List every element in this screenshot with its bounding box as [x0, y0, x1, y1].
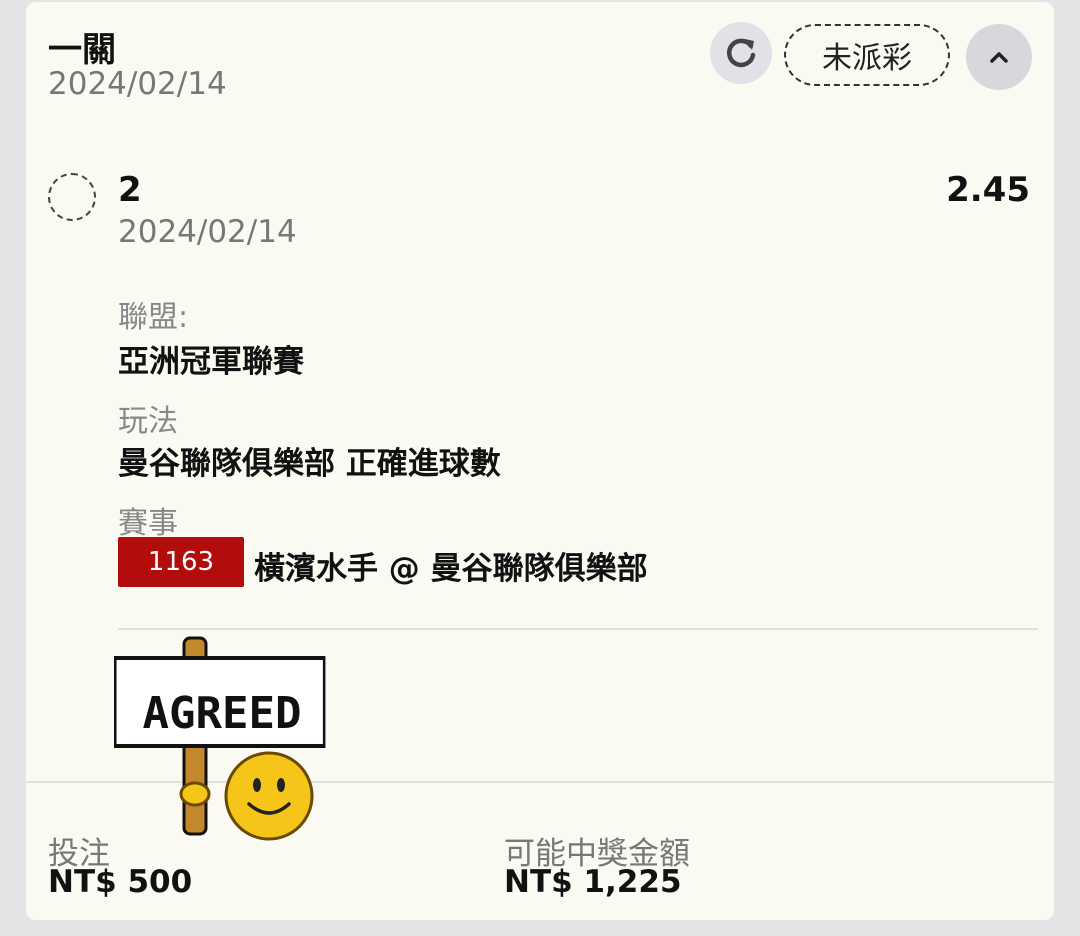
bet-date: 2024/02/14 — [48, 66, 227, 102]
sign-text: AGREED — [143, 688, 302, 739]
potential-payout-value: NT$ 1,225 — [504, 864, 682, 900]
agreed-sign-icon: AGREED — [114, 636, 326, 841]
bet-type-value: 曼谷聯隊俱樂部 正確進球數 — [118, 446, 501, 482]
agreed-sticker: AGREED — [114, 634, 326, 848]
event-label: 賽事 — [118, 506, 178, 541]
bet-card: 一關 2024/02/14 未派彩 2 2024/02/14 2.45 聯盟: … — [26, 2, 1054, 920]
league-label: 聯盟: — [118, 300, 189, 335]
chevron-up-icon — [990, 52, 1008, 63]
refresh-button[interactable] — [710, 22, 772, 84]
selection-odds: 2.45 — [946, 170, 1030, 210]
settlement-status-badge: 未派彩 — [784, 24, 950, 86]
stake-value: NT$ 500 — [48, 864, 193, 900]
selection-status-icon — [48, 173, 96, 221]
league-value: 亞洲冠軍聯賽 — [118, 344, 304, 380]
parlay-title: 一關 — [48, 30, 116, 70]
selection-date: 2024/02/14 — [118, 214, 297, 250]
divider — [118, 628, 1038, 630]
bet-type-label: 玩法 — [118, 404, 178, 439]
event-name: 橫濱水手 @ 曼谷聯隊俱樂部 — [254, 551, 648, 587]
selection-name: 2 — [118, 170, 142, 210]
event-number-badge: 1163 — [118, 537, 244, 587]
refresh-icon — [726, 38, 756, 68]
collapse-button[interactable] — [966, 24, 1032, 90]
